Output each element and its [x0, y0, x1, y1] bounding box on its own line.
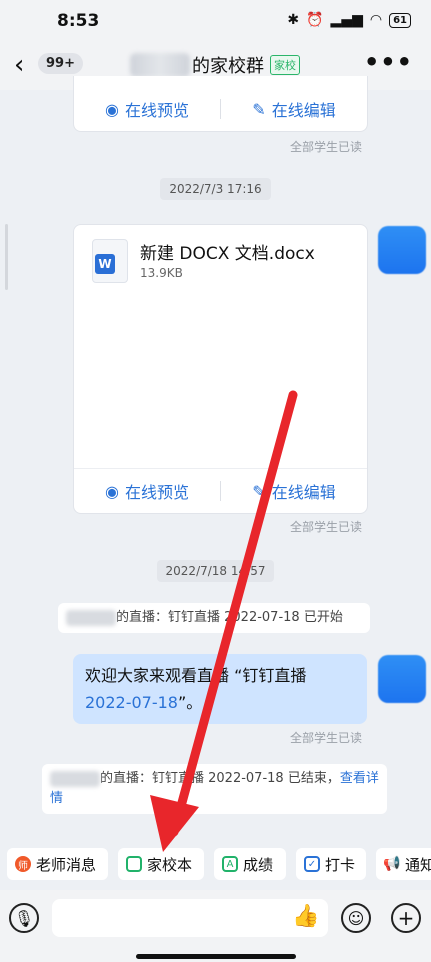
- system-message: 的直播：钉钉直播 2022-07-18 已开始: [58, 603, 370, 633]
- file-card-partial[interactable]: ◉ 在线预览 ✎ 在线编辑: [73, 76, 368, 132]
- wifi-icon: ◠: [369, 12, 383, 28]
- quick-grades[interactable]: A 成绩: [214, 848, 286, 880]
- message-input[interactable]: [52, 899, 328, 937]
- battery-icon: 61: [389, 12, 411, 28]
- scrollbar[interactable]: [5, 224, 8, 290]
- blurred-name: [130, 53, 190, 77]
- checkin-icon: ✓: [304, 856, 320, 872]
- quick-checkin[interactable]: ✓ 打卡: [296, 848, 366, 880]
- system-message: 的直播：钉钉直播 2022-07-18 已结束，查看详情: [42, 764, 387, 814]
- read-status: 全部学生已读: [289, 140, 362, 154]
- file-size: 13.9KB: [140, 266, 183, 280]
- blurred-name: [50, 770, 100, 787]
- teacher-icon: 师: [15, 856, 31, 872]
- preview-button[interactable]: ◉ 在线预览: [74, 97, 220, 121]
- bluetooth-icon: ✱: [287, 12, 300, 28]
- plus-icon[interactable]: +: [391, 903, 421, 933]
- signal-icon: ▂▄▆: [330, 12, 363, 28]
- blurred-name: [66, 609, 116, 626]
- live-link[interactable]: 2022-07-18: [85, 693, 178, 712]
- back-icon[interactable]: ‹: [14, 50, 24, 80]
- home-indicator: [136, 954, 296, 959]
- quick-homework-book[interactable]: 家校本: [118, 848, 204, 880]
- eye-icon: ◉: [105, 481, 119, 501]
- quick-teacher-messages[interactable]: 师 老师消息: [7, 848, 108, 880]
- thumbs-up-icon[interactable]: 👍: [292, 904, 319, 929]
- pencil-icon: ✎: [252, 481, 266, 501]
- file-card[interactable]: W 新建 DOCX 文档.docx 13.9KB ◉ 在线预览 ✎ 在线编辑: [73, 224, 368, 514]
- word-file-icon: W: [92, 239, 128, 283]
- avatar[interactable]: [378, 226, 426, 274]
- grade-icon: A: [222, 856, 238, 872]
- unread-badge[interactable]: 99+: [38, 53, 83, 74]
- input-bar: 🎙 👍 ☺ +: [0, 890, 431, 962]
- status-time: 8:53: [57, 11, 100, 31]
- edit-button[interactable]: ✎ 在线编辑: [221, 97, 367, 121]
- file-name: 新建 DOCX 文档.docx: [140, 244, 315, 264]
- notice-icon: 📢: [383, 856, 401, 872]
- edit-button[interactable]: ✎ 在线编辑: [221, 479, 367, 503]
- alarm-icon: ⏰: [306, 12, 324, 28]
- read-status: 全部学生已读: [289, 731, 362, 745]
- eye-icon: ◉: [105, 99, 119, 119]
- group-tag: 家校: [270, 55, 300, 75]
- preview-button[interactable]: ◉ 在线预览: [74, 479, 220, 503]
- more-icon[interactable]: •••: [364, 48, 413, 76]
- quick-notice[interactable]: 📢 通知: [376, 848, 431, 880]
- page-title[interactable]: 的家校群 家校: [130, 52, 300, 78]
- emoji-icon[interactable]: ☺: [341, 903, 371, 933]
- read-status: 全部学生已读: [289, 520, 362, 534]
- status-bar: 8:53 ✱ ⏰ ▂▄▆ ◠ 61: [0, 0, 431, 42]
- avatar[interactable]: [378, 655, 426, 703]
- timestamp: 2022/7/3 17:16: [160, 178, 271, 200]
- notebook-icon: [126, 856, 142, 872]
- chat-bubble[interactable]: 欢迎大家来观看直播 “钉钉直播 2022-07-18”。: [73, 654, 367, 724]
- microphone-icon[interactable]: 🎙: [9, 903, 39, 933]
- timestamp: 2022/7/18 14:57: [156, 560, 275, 582]
- pencil-icon: ✎: [252, 99, 266, 119]
